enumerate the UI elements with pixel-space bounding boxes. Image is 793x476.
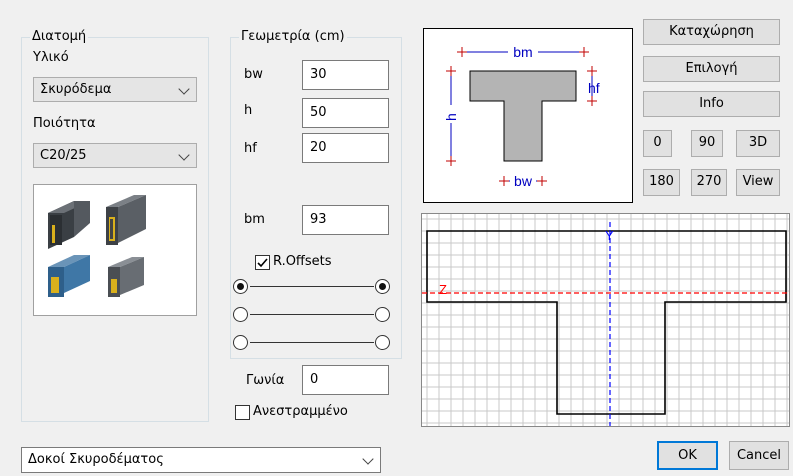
view-3d-button[interactable]: 3D <box>736 130 780 157</box>
angle-label: Γωνία <box>246 373 285 388</box>
view-180-button[interactable]: 180 <box>643 169 680 196</box>
section-group-legend: Διατομή <box>30 29 89 45</box>
view-270-button[interactable]: 270 <box>691 169 727 196</box>
section-grid-view[interactable]: Y Z <box>421 213 790 427</box>
section-type-picker[interactable] <box>33 184 197 316</box>
reversed-checkbox[interactable] <box>235 405 250 420</box>
bw-label: bw <box>244 67 263 82</box>
hf-field[interactable]: 20 <box>302 133 389 163</box>
section-type-icons <box>48 195 146 297</box>
bm-label: bm <box>244 212 265 227</box>
offset-line-2 <box>250 314 374 315</box>
quality-select[interactable]: C20/25 <box>33 143 197 168</box>
h-field[interactable]: 50 <box>302 98 389 128</box>
material-select-value: Σκυρόδεμα <box>40 82 112 97</box>
offset-right-radio-2[interactable] <box>375 307 390 322</box>
offset-left-radio-2[interactable] <box>233 307 248 322</box>
bm-dimension-label: bm <box>513 44 532 60</box>
l-beam-icon[interactable] <box>48 255 90 297</box>
category-select[interactable]: Δοκοί Σκυροδέματος <box>21 447 381 473</box>
h-dimension-label: h <box>443 113 459 121</box>
check-icon <box>257 258 268 268</box>
t-beam-icon[interactable] <box>106 195 146 245</box>
t-section-drawing: bm hf h bw <box>443 44 600 189</box>
angle-field[interactable]: 0 <box>302 365 389 395</box>
offset-line-1 <box>250 286 374 287</box>
bw-dimension-label: bw <box>514 173 533 189</box>
chevron-down-icon <box>178 83 190 95</box>
inverted-t-beam-icon[interactable] <box>108 257 144 297</box>
grid-canvas: Y Z <box>422 214 789 426</box>
reversed-label: Ανεστραμμένο <box>253 404 348 419</box>
offset-line-3 <box>250 342 374 343</box>
geometry-group-legend: Γεωμετρία (cm) <box>239 29 347 45</box>
offset-right-radio-1[interactable] <box>375 279 390 294</box>
z-axis-label: Z <box>439 282 447 297</box>
cancel-button[interactable]: Cancel <box>729 441 789 470</box>
select-button[interactable]: Επιλογή <box>643 56 780 82</box>
hf-label: hf <box>244 141 257 156</box>
grid-lines <box>422 214 789 426</box>
offset-right-radio-3[interactable] <box>375 335 390 350</box>
h-label: h <box>244 103 253 118</box>
material-select[interactable]: Σκυρόδεμα <box>33 77 197 102</box>
view-0-button[interactable]: 0 <box>643 130 672 157</box>
quality-label: Ποιότητα <box>33 116 96 131</box>
y-axis-label: Y <box>605 228 614 243</box>
chevron-down-icon <box>178 149 190 161</box>
category-select-value: Δοκοί Σκυροδέματος <box>28 452 164 467</box>
view-button[interactable]: View <box>736 169 780 196</box>
ok-button[interactable]: OK <box>657 441 718 470</box>
roffsets-label: R.Offsets <box>273 254 332 269</box>
chevron-down-icon <box>362 453 374 465</box>
rect-beam-icon[interactable] <box>48 201 90 249</box>
info-button[interactable]: Info <box>643 91 780 117</box>
offset-left-radio-1[interactable] <box>233 279 248 294</box>
hf-dimension-label: hf <box>588 80 600 96</box>
bw-field[interactable]: 30 <box>302 60 389 90</box>
section-preview: bm hf h bw <box>423 28 633 203</box>
bm-field[interactable]: 93 <box>302 205 389 235</box>
quality-select-value: C20/25 <box>40 148 87 163</box>
offset-left-radio-3[interactable] <box>233 335 248 350</box>
roffsets-checkbox[interactable] <box>255 255 270 270</box>
register-button[interactable]: Καταχώρηση <box>643 19 780 45</box>
view-90-button[interactable]: 90 <box>691 130 723 157</box>
material-label: Υλικό <box>33 50 69 65</box>
